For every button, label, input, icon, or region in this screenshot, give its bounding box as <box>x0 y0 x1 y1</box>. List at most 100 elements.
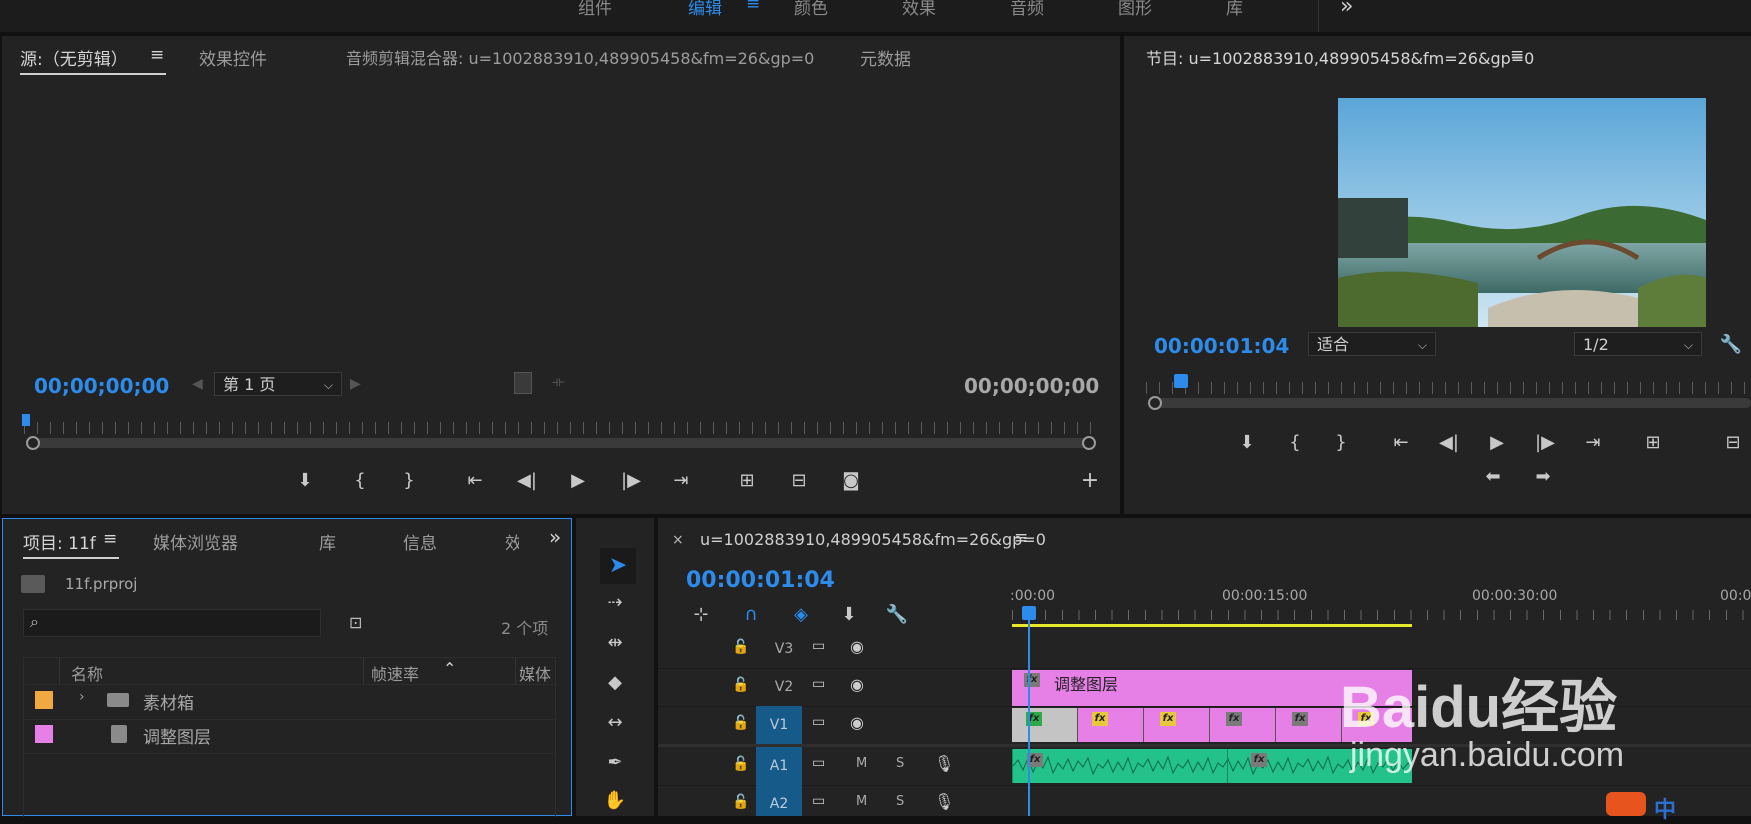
video-clip[interactable]: fx <box>1078 708 1144 742</box>
solo-button[interactable]: S <box>896 756 904 771</box>
snap-magnet-icon[interactable]: ∩ <box>738 602 764 628</box>
program-playhead[interactable] <box>1174 374 1188 388</box>
settings-wrench-icon[interactable]: 🔧 <box>1718 332 1744 358</box>
go-to-out-icon[interactable]: ⇥ <box>1580 430 1606 456</box>
workspace-menu-icon[interactable]: ≡ <box>746 0 760 14</box>
sequence-menu-icon[interactable]: ≡ <box>1014 528 1028 548</box>
work-area-bar[interactable] <box>1012 624 1412 627</box>
mark-out-icon[interactable]: } <box>396 468 422 494</box>
track-select-tool-icon[interactable]: ⇢ <box>602 590 628 616</box>
go-to-out-icon[interactable]: ⇥ <box>668 468 694 494</box>
mark-in-icon[interactable]: { <box>347 468 373 494</box>
export-frame-icon[interactable]: ◙ <box>838 468 864 494</box>
next-page-icon[interactable]: ▶ <box>350 376 361 392</box>
step-forward-icon[interactable]: |▶ <box>1532 430 1558 456</box>
nest-toggle-icon[interactable]: ⊹ <box>688 602 714 628</box>
program-menu-icon[interactable]: ≡ <box>1510 45 1524 65</box>
sort-ascending-icon[interactable]: ⌃ <box>443 659 456 678</box>
workspace-tab-libraries[interactable]: 库 <box>1226 0 1243 19</box>
microphone-icon[interactable]: 🎙 <box>934 754 954 773</box>
step-forward-icon[interactable]: |▶ <box>618 468 644 494</box>
zoom-handle-left[interactable] <box>26 436 40 450</box>
solo-button[interactable]: S <box>896 794 904 809</box>
label-color-swatch[interactable] <box>35 691 53 709</box>
drag-video-icon[interactable] <box>514 372 532 394</box>
list-item[interactable]: 调整图层 <box>25 719 555 754</box>
list-item[interactable]: › 素材箱 <box>25 685 555 720</box>
eye-icon[interactable]: ◉ <box>850 675 864 694</box>
lock-icon[interactable]: 🔓 <box>732 794 749 810</box>
workspace-tab-assembly[interactable]: 组件 <box>578 0 612 19</box>
mute-button[interactable]: M <box>856 756 867 771</box>
label-color-swatch[interactable] <box>35 725 53 743</box>
source-timecode-in[interactable]: 00;00;00;00 <box>34 374 169 398</box>
expand-chevron-icon[interactable]: › <box>79 689 85 705</box>
add-marker-icon[interactable]: ⬇ <box>292 468 318 494</box>
sync-lock-icon[interactable]: ▭ <box>812 755 825 771</box>
mark-in-icon[interactable]: { <box>1282 430 1308 456</box>
play-icon[interactable]: ▶ <box>565 468 591 494</box>
sogou-icon[interactable] <box>1606 792 1646 816</box>
button-editor-plus-icon[interactable]: + <box>1077 468 1103 494</box>
video-clip[interactable]: fx <box>1012 708 1078 742</box>
timeline-settings-icon[interactable]: 🔧 <box>884 602 910 628</box>
tab-media-browser[interactable]: 媒体浏览器 <box>153 529 238 554</box>
sync-lock-icon[interactable]: ▭ <box>812 638 825 654</box>
lock-icon[interactable]: 🔓 <box>732 715 749 731</box>
hand-tool-icon[interactable]: ✋ <box>602 788 628 814</box>
drag-audio-icon[interactable]: ⟛ <box>552 374 565 390</box>
source-menu-icon[interactable]: ≡ <box>150 45 164 65</box>
ripple-edit-tool-icon[interactable]: ⇹ <box>602 630 628 656</box>
lock-icon[interactable]: 🔓 <box>732 677 749 693</box>
workspace-tab-color[interactable]: 颜色 <box>794 0 828 19</box>
extract-icon[interactable]: ⊟ <box>1720 430 1746 456</box>
tab-effects-truncated[interactable]: 效 <box>505 529 519 554</box>
overwrite-icon[interactable]: ⊟ <box>786 468 812 494</box>
workspace-tab-effects[interactable]: 效果 <box>902 0 936 19</box>
close-sequence-icon[interactable]: × <box>672 532 684 548</box>
column-name[interactable]: 名称 <box>71 661 103 685</box>
zoom-handle-right[interactable] <box>1082 436 1096 450</box>
workspace-tab-audio[interactable]: 音频 <box>1010 0 1044 19</box>
step-back-icon[interactable]: ◀| <box>514 468 540 494</box>
mark-out-icon[interactable]: } <box>1328 430 1354 456</box>
track-label-a2[interactable]: A2 <box>756 785 802 816</box>
eye-icon[interactable]: ◉ <box>850 713 864 732</box>
tab-info[interactable]: 信息 <box>403 529 437 554</box>
program-ruler[interactable] <box>1146 382 1751 394</box>
program-timecode[interactable]: 00:00:01:04 <box>1154 334 1289 358</box>
timeline-ruler[interactable] <box>1012 610 1751 620</box>
pen-tool-icon[interactable]: ✒ <box>602 750 628 776</box>
program-title[interactable]: 节目: u=1002883910,489905458&fm=26&gp=0 <box>1146 45 1534 69</box>
project-search-input[interactable]: ⌕ <box>23 609 321 637</box>
mute-button[interactable]: M <box>856 794 867 809</box>
step-back-icon[interactable]: ◀| <box>1436 430 1462 456</box>
resolution-select[interactable]: 1/2 ⌵ <box>1574 332 1702 356</box>
tab-libraries[interactable]: 库 <box>319 529 336 554</box>
prev-page-icon[interactable]: ◀ <box>192 376 203 392</box>
add-marker-icon[interactable]: ⬇ <box>836 602 862 628</box>
project-menu-icon[interactable]: ≡ <box>103 529 117 549</box>
sync-lock-icon[interactable]: ▭ <box>812 676 825 692</box>
lock-icon[interactable]: 🔓 <box>732 756 749 772</box>
slip-tool-icon[interactable]: ↔ <box>602 710 628 736</box>
fit-select[interactable]: 适合 ⌵ <box>1308 332 1436 356</box>
tab-audio-clip-mixer[interactable]: 音频剪辑混合器: u=1002883910,489905458&fm=26&gp… <box>346 45 814 69</box>
timeline-timecode[interactable]: 00:00:01:04 <box>686 568 835 593</box>
go-to-in-icon[interactable]: ⇤ <box>1388 430 1414 456</box>
column-media[interactable]: 媒体 <box>519 661 555 685</box>
razor-tool-icon[interactable]: ◆ <box>602 670 628 696</box>
track-label-v3[interactable]: V3 <box>768 638 800 660</box>
go-to-in-icon[interactable]: ⇤ <box>462 468 488 494</box>
source-zoom-bar[interactable] <box>28 438 1090 448</box>
trim-forward-icon[interactable]: ➡ <box>1528 464 1558 490</box>
lock-icon[interactable]: 🔓 <box>732 639 749 655</box>
sequence-tab[interactable]: u=1002883910,489905458&fm=26&gp=0 <box>700 530 1046 549</box>
track-label-a1[interactable]: A1 <box>756 747 802 785</box>
linked-selection-icon[interactable]: ◈ <box>788 602 814 628</box>
source-ruler[interactable] <box>24 422 1098 434</box>
sync-lock-icon[interactable]: ▭ <box>812 714 825 730</box>
page-select[interactable]: 第 1 页 ⌵ <box>214 372 342 396</box>
sync-lock-icon[interactable]: ▭ <box>812 793 825 809</box>
video-clip[interactable]: fx <box>1210 708 1276 742</box>
